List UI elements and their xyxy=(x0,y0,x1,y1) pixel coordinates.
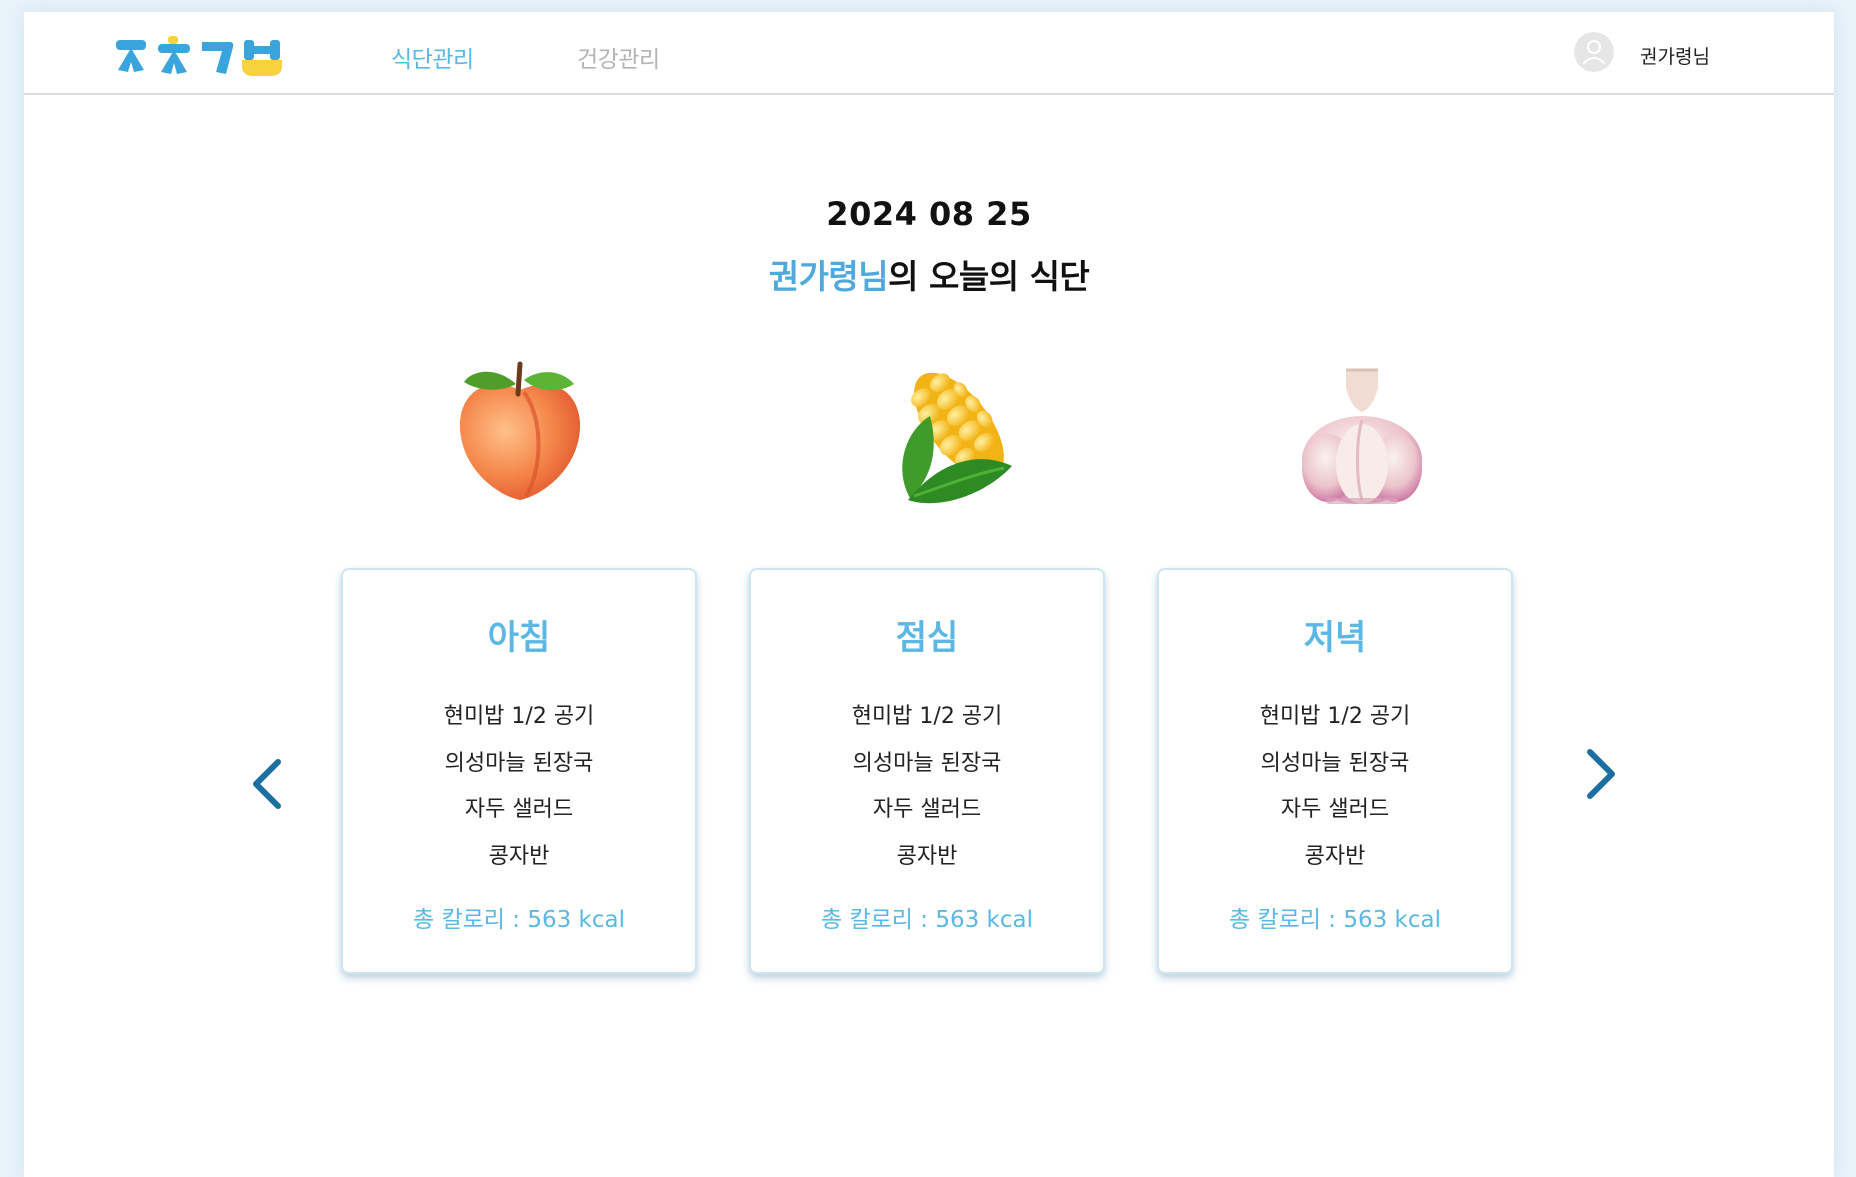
menu-item: 현미밥 1/2 공기 xyxy=(443,704,595,729)
menu-item: 의성마늘 된장국 xyxy=(1260,750,1410,776)
menu-item: 자두 샐러드 xyxy=(464,797,574,822)
current-date: 2024 08 25 xyxy=(826,195,1032,233)
menu-item: 콩자반 xyxy=(488,843,550,869)
menu-item: 현미밥 1/2 공기 xyxy=(851,704,1003,729)
nav-diet-management[interactable]: 식단관리 xyxy=(391,40,474,74)
meal-menu-list: 현미밥 1/2 공기 의성마늘 된장국 자두 샐러드 콩자반 xyxy=(751,698,1103,884)
chevron-right-icon[interactable] xyxy=(1572,734,1632,814)
page: 식단관리 건강관리 권가령님 2024 08 25 권가령님의 오늘의 식단 아… xyxy=(24,12,1834,1177)
user-name[interactable]: 권가령님 xyxy=(1640,42,1710,69)
meal-card-lunch[interactable]: 점심 현미밥 1/2 공기 의성마늘 된장국 자두 샐러드 콩자반 총 칼로리 … xyxy=(749,568,1105,974)
meal-total-calories: 총 칼로리 : 563 kcal xyxy=(821,907,1033,933)
menu-item: 자두 샐러드 xyxy=(872,797,982,822)
garlic-icon xyxy=(1302,368,1422,504)
meal-total-calories: 총 칼로리 : 563 kcal xyxy=(413,907,625,933)
meal-title: 점심 xyxy=(895,618,959,658)
menu-item: 의성마늘 된장국 xyxy=(444,750,594,776)
meal-total-calories: 총 칼로리 : 563 kcal xyxy=(1229,907,1441,933)
menu-item: 콩자반 xyxy=(896,843,958,869)
chevron-left-icon[interactable] xyxy=(236,744,296,824)
peach-icon xyxy=(459,361,581,500)
meal-title: 저녁 xyxy=(1303,618,1367,658)
subtitle-user-name: 권가령님 xyxy=(768,257,889,296)
app-logo[interactable] xyxy=(114,32,300,84)
meal-menu-list: 현미밥 1/2 공기 의성마늘 된장국 자두 샐러드 콩자반 xyxy=(343,698,695,884)
menu-item: 현미밥 1/2 공기 xyxy=(1259,704,1411,729)
meal-menu-list: 현미밥 1/2 공기 의성마늘 된장국 자두 샐러드 콩자반 xyxy=(1159,698,1511,884)
meal-card-breakfast[interactable]: 아침 현미밥 1/2 공기 의성마늘 된장국 자두 샐러드 콩자반 총 칼로리 … xyxy=(341,568,697,974)
top-navigation-bar: 식단관리 건강관리 권가령님 xyxy=(24,12,1834,95)
page-title: 권가령님의 오늘의 식단 xyxy=(24,250,1834,298)
user-avatar-icon[interactable] xyxy=(1574,32,1614,72)
meal-card-dinner[interactable]: 저녁 현미밥 1/2 공기 의성마늘 된장국 자두 샐러드 콩자반 총 칼로리 … xyxy=(1157,568,1513,974)
nav-health-management[interactable]: 건강관리 xyxy=(577,40,660,74)
subtitle-text: 의 오늘의 식단 xyxy=(888,257,1090,296)
meal-title: 아침 xyxy=(487,618,551,658)
menu-item: 의성마늘 된장국 xyxy=(852,750,1002,776)
corn-icon xyxy=(902,372,1012,504)
menu-item: 자두 샐러드 xyxy=(1280,797,1390,822)
menu-item: 콩자반 xyxy=(1304,843,1366,869)
